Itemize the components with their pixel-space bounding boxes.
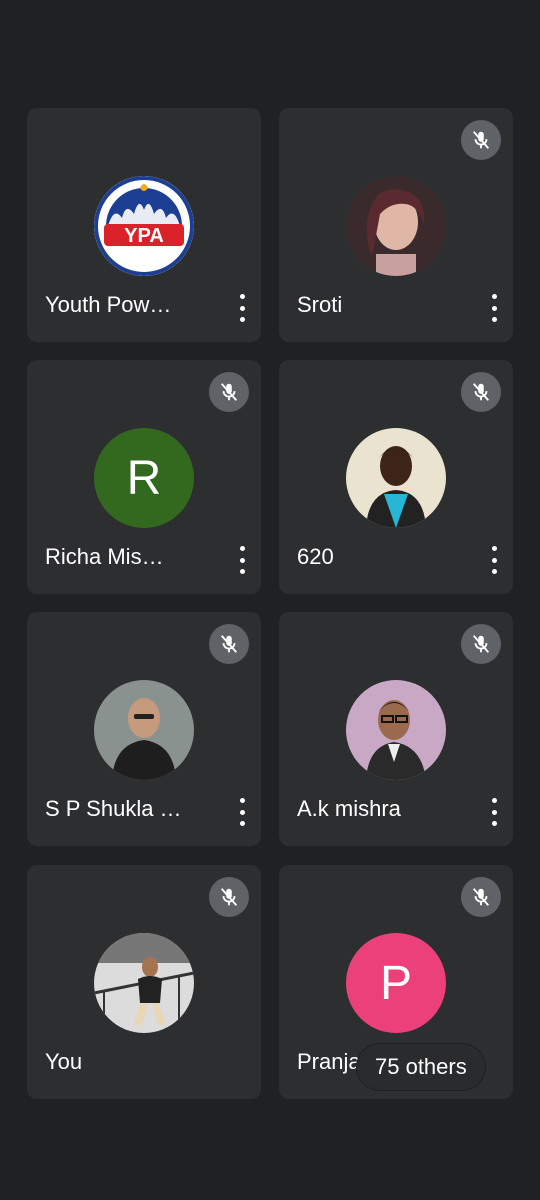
ak-mishra-avatar: [346, 680, 446, 780]
more-options-icon[interactable]: [235, 294, 249, 322]
participant-name: Sroti: [297, 292, 343, 317]
mic-off-icon: [209, 624, 249, 664]
participant-tile-sp-shukla[interactable]: S P Shukla …: [27, 612, 261, 846]
more-options-icon[interactable]: [487, 798, 501, 826]
ypa-logo-avatar: YPA: [94, 176, 194, 276]
logo-text: YPA: [124, 225, 164, 247]
participant-tile-you[interactable]: You: [27, 865, 261, 1099]
mic-off-icon: [461, 877, 501, 917]
participant-tile-620[interactable]: 620: [279, 360, 513, 594]
participant-tile-richa[interactable]: R Richa Mis…: [27, 360, 261, 594]
participant-name: 620: [297, 544, 334, 569]
participant-name: You: [45, 1049, 83, 1074]
participant-tile-sroti[interactable]: Sroti: [279, 108, 513, 342]
participant-name: Youth Pow…: [45, 292, 172, 317]
sroti-avatar: [346, 176, 446, 276]
mic-off-icon: [461, 120, 501, 160]
more-options-icon[interactable]: [235, 798, 249, 826]
620-avatar: [346, 428, 446, 528]
mic-off-icon: [209, 877, 249, 917]
participant-name: A.k mishra: [297, 796, 401, 821]
letter-avatar: P: [346, 933, 446, 1033]
letter-avatar: R: [94, 428, 194, 528]
participant-tile-youth-power[interactable]: YPA Youth Pow…: [27, 108, 261, 342]
sp-shukla-avatar: [94, 680, 194, 780]
mic-off-icon: [209, 372, 249, 412]
more-options-icon[interactable]: [487, 294, 501, 322]
participant-name: S P Shukla …: [45, 796, 182, 821]
participant-name: Richa Mis…: [45, 544, 164, 569]
you-avatar: [94, 933, 194, 1033]
more-options-icon[interactable]: [487, 546, 501, 574]
mic-off-icon: [461, 624, 501, 664]
more-options-icon[interactable]: [235, 546, 249, 574]
participant-tile-ak-mishra[interactable]: A.k mishra: [279, 612, 513, 846]
others-count-button[interactable]: 75 others: [357, 1044, 485, 1090]
mic-off-icon: [461, 372, 501, 412]
